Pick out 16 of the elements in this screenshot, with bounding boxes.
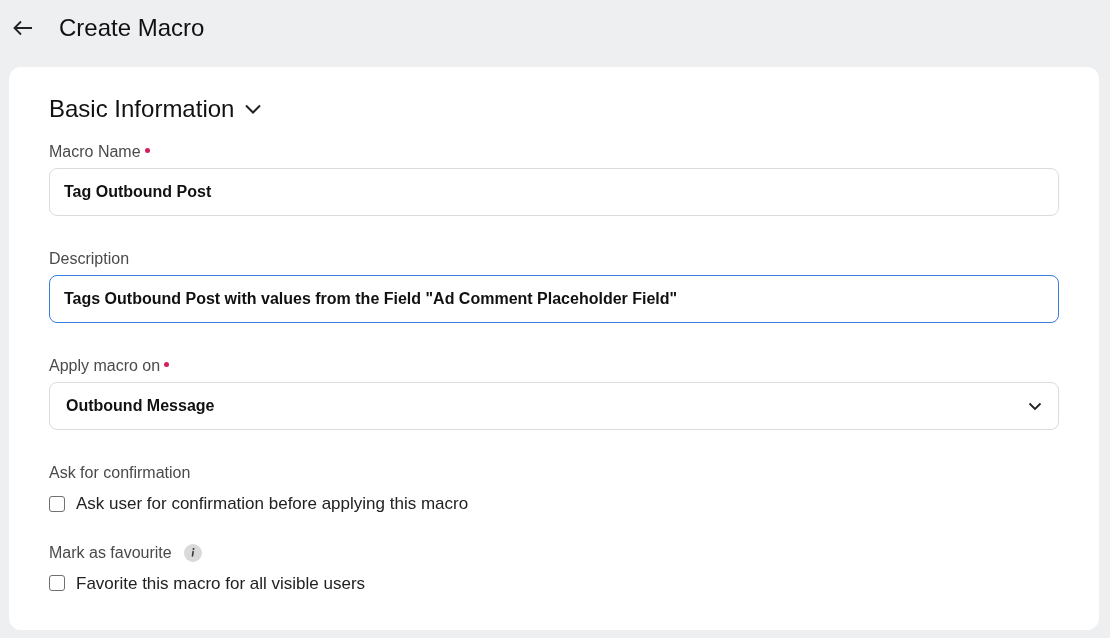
field-label: Macro Name	[49, 142, 141, 162]
page-title: Create Macro	[59, 12, 205, 43]
select-field[interactable]: Outbound Message	[49, 382, 1059, 430]
text-field[interactable]: Tag Outbound Post	[49, 168, 1059, 216]
checkbox[interactable]	[49, 495, 65, 512]
field-label: Mark as favourite	[49, 542, 172, 563]
field-label: Ask for confirmation	[49, 463, 191, 483]
section-title: Basic Information	[49, 94, 235, 124]
checkbox-label[interactable]: Favorite this macro for all visible users	[76, 570, 366, 596]
info-icon[interactable]	[183, 543, 202, 562]
checkbox-label[interactable]: Ask user for confirmation before applying this macro	[76, 491, 469, 517]
text-field[interactable]: Tags Outbound Post with values from the Field "Ad Comment Placeholder Field"	[49, 275, 1059, 323]
checkbox[interactable]	[49, 575, 65, 592]
chevron-down-icon	[1028, 401, 1042, 411]
field-label: Apply macro on	[49, 356, 161, 376]
field-label: Description	[49, 249, 130, 269]
